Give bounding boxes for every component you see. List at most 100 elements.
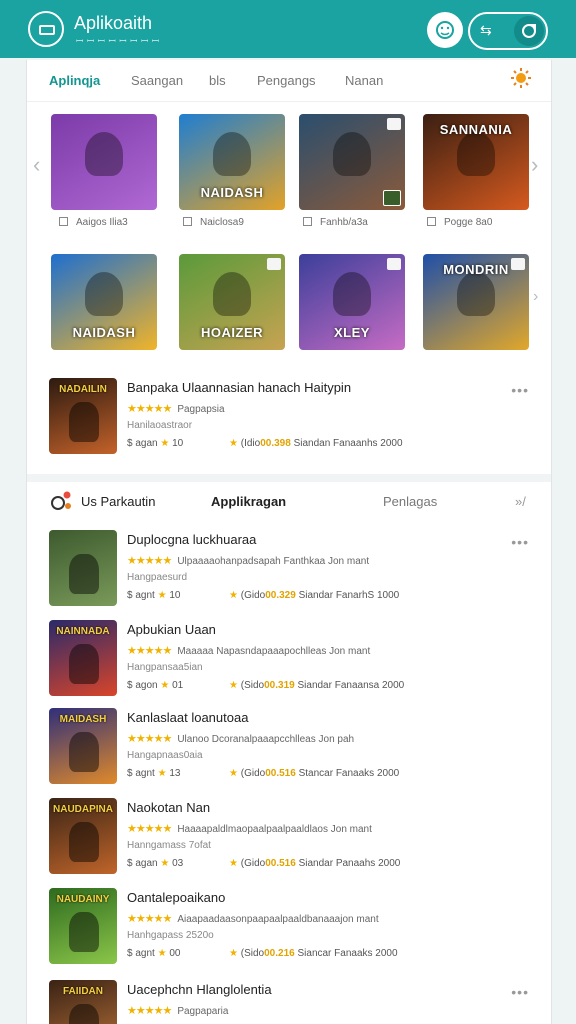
app-meta: $ agan ★ 03 xyxy=(127,858,184,869)
app-price-row: ★ (Idio00.398 Siandan Fanaanhs 2000 xyxy=(229,438,403,449)
tile-character xyxy=(457,132,495,176)
tab-4[interactable]: Pengangs xyxy=(257,73,316,88)
tab-3[interactable]: bls xyxy=(209,73,226,88)
category-icon xyxy=(51,491,71,510)
star-icon: ★ xyxy=(160,438,170,449)
tile-label: NAIDASH xyxy=(200,185,264,200)
star-rating-icon: ★★★★★ xyxy=(127,733,172,745)
star-rating-icon: ★★★★★ xyxy=(127,645,172,657)
app-price-row: ★ (Gido00.329 Siandar FanarhS 1000 xyxy=(229,590,400,601)
app-thumbnail: NAUDAPINA xyxy=(49,798,117,874)
section-center-label[interactable]: Applikragan xyxy=(211,494,286,509)
star-icon: ★ xyxy=(229,680,238,691)
star-rating-icon: ★★★★★ xyxy=(127,823,172,835)
app-title: Naokotan Nan xyxy=(127,800,211,815)
app-thumbnail: MAIDASH xyxy=(49,708,117,784)
carousel-next-icon[interactable]: › xyxy=(531,152,538,178)
sun-icon[interactable] xyxy=(511,68,531,88)
section-right-label[interactable]: Penlagas xyxy=(383,494,437,509)
section-header: Us Parkautin Applikragan Penlagas »/ xyxy=(27,486,551,518)
profile-button[interactable] xyxy=(427,12,463,48)
rating-row: ★★★★★ Pagpaparia xyxy=(127,1005,229,1017)
share-icon xyxy=(522,24,536,38)
app-description: Hanhgapass 2520o xyxy=(127,930,214,941)
app-subtitle: ꟷ ꟷ ꟷ ꟷ ꟷ ꟷ ꟷ ꟷ xyxy=(76,36,160,46)
list-item[interactable]: MAIDASH Kanlaslaat loanutoaa ★★★★★ Ulanoo… xyxy=(49,708,529,788)
app-thumbnail: NAUDAINY xyxy=(49,888,117,964)
header-action-pill[interactable]: ⇆ xyxy=(468,12,548,50)
tile-badge xyxy=(387,258,401,270)
more-options-icon[interactable]: ••• xyxy=(511,984,529,1000)
tile-caption: Aaigos Ilia3 xyxy=(59,217,128,228)
carousel-next-row2-icon[interactable]: › xyxy=(533,288,538,306)
swap-icon[interactable]: ⇆ xyxy=(480,22,492,39)
star-icon: ★ xyxy=(229,948,238,959)
tile-label: HOAIZER xyxy=(201,325,263,340)
star-rating-icon: ★★★★★ xyxy=(127,555,172,567)
more-options-icon[interactable]: ••• xyxy=(511,534,529,550)
app-title: Apbukian Uaan xyxy=(127,622,216,637)
tile-character xyxy=(333,132,371,176)
app-title: Aplikoaith xyxy=(74,13,153,33)
app-price-row: ★ (Sido00.319 Siandar Fanaansa 2000 xyxy=(229,680,405,691)
game-tile[interactable]: HOAIZER xyxy=(179,254,285,350)
game-tile[interactable]: NAIDASH xyxy=(179,114,285,210)
thumb-character xyxy=(69,822,99,862)
app-thumbnail: FAIIDAN xyxy=(49,980,117,1024)
tile-label: MONDRIN xyxy=(443,262,509,277)
featured-app-item[interactable]: NADAILIN Banpaka Ulaannasian hanach Hait… xyxy=(49,378,529,458)
star-icon: ★ xyxy=(160,680,170,691)
list-item[interactable]: FAIIDAN Uacephchn Hlanglolentia ★★★★★ Pag… xyxy=(49,980,529,1024)
app-price-row: ★ (Gido00.516 Stancar Fanaaks 2000 xyxy=(229,768,400,779)
tile-character xyxy=(85,132,123,176)
game-tile[interactable] xyxy=(299,114,405,210)
section-more-icon[interactable]: »/ xyxy=(515,494,526,509)
app-meta: $ agnt ★ 10 xyxy=(127,590,181,601)
face-icon xyxy=(436,21,454,39)
game-tile[interactable] xyxy=(51,114,157,210)
app-meta: $ agan ★ 10 xyxy=(127,438,184,449)
thumb-character xyxy=(69,1004,99,1024)
tab-1[interactable]: Aplinqja xyxy=(49,73,100,88)
thumb-character xyxy=(69,402,99,442)
thumb-title: NADAILIN xyxy=(59,384,107,395)
app-logo-icon[interactable] xyxy=(28,11,64,47)
share-button[interactable] xyxy=(514,16,544,46)
list-item[interactable]: NAUDAINY Oantalepoaikano ★★★★★ Aiaapaadaa… xyxy=(49,888,529,968)
section-left-label[interactable]: Us Parkautin xyxy=(81,494,155,509)
tile-caption: Fanhb/a3a xyxy=(303,217,368,228)
app-meta: $ agnt ★ 00 xyxy=(127,948,181,959)
carousel-prev-icon[interactable]: ‹ xyxy=(33,152,40,178)
more-options-icon[interactable]: ••• xyxy=(511,382,529,398)
app-thumbnail: NAINNADA xyxy=(49,620,117,696)
tile-character xyxy=(213,132,251,176)
tile-badge xyxy=(267,258,281,270)
tile-caption: Pogge 8a0 xyxy=(427,217,492,228)
game-tile[interactable]: SANNANIA xyxy=(423,114,529,210)
tile-corner-badge xyxy=(383,190,401,206)
tab-bar: Aplinqja Saangan bls Pengangs Nanan xyxy=(27,60,551,102)
star-rating-icon: ★★★★★ xyxy=(127,913,172,925)
list-item[interactable]: NAUDAPINA Naokotan Nan ★★★★★ Haaaapaldlma… xyxy=(49,798,529,878)
star-icon: ★ xyxy=(157,590,167,601)
tile-character xyxy=(457,272,495,316)
tab-2[interactable]: Saangan xyxy=(131,73,183,88)
list-item[interactable]: Duplocgna luckhuaraa ★★★★★ Ulpaaaaohanpad… xyxy=(49,530,529,610)
tab-5[interactable]: Nanan xyxy=(345,73,383,88)
star-icon: ★ xyxy=(229,438,238,449)
tile-character xyxy=(333,272,371,316)
app-header: Aplikoaith ꟷ ꟷ ꟷ ꟷ ꟷ ꟷ ꟷ ꟷ ⇆ xyxy=(0,0,576,58)
app-price-row: ★ (Gido00.516 Siandar Panaahs 2000 xyxy=(229,858,401,869)
star-rating-icon: ★★★★★ xyxy=(127,403,172,415)
tile-caption: Naiclosa9 xyxy=(183,217,244,228)
game-tile[interactable]: MONDRIN xyxy=(423,254,529,350)
app-description: Hangpaesurd xyxy=(127,572,188,583)
game-tile[interactable]: XLEY xyxy=(299,254,405,350)
tile-character xyxy=(213,272,251,316)
game-tile[interactable]: NAIDASH xyxy=(51,254,157,350)
app-meta: $ agnt ★ 13 xyxy=(127,768,181,779)
star-icon: ★ xyxy=(229,768,238,779)
list-item[interactable]: NAINNADA Apbukian Uaan ★★★★★ Maaaaa Napas… xyxy=(49,620,529,700)
tile-badge xyxy=(387,118,401,130)
rating-row: ★★★★★ Pagpapsia xyxy=(127,403,225,415)
